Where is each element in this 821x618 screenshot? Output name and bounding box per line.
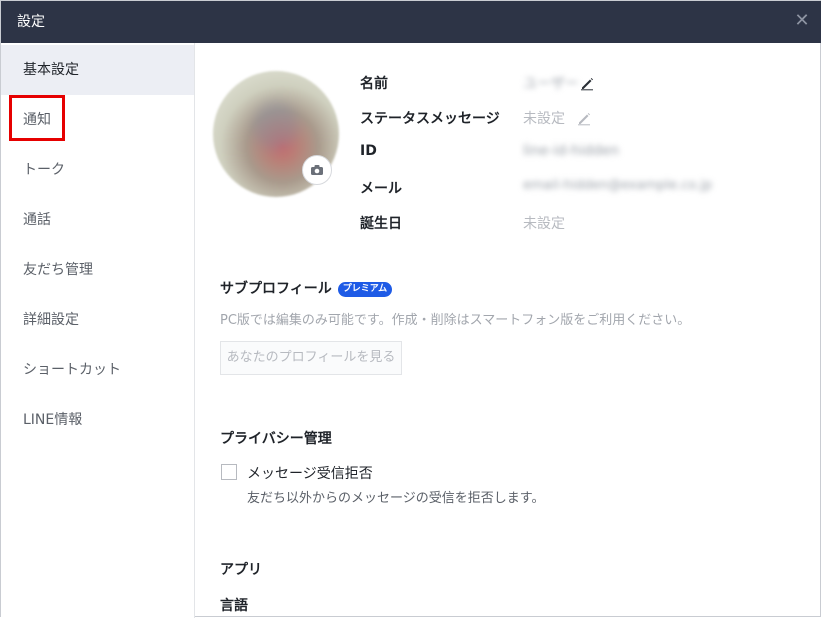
block-messages-label[interactable]: メッセージ受信拒否: [247, 463, 373, 483]
language-title: 言語: [220, 598, 248, 614]
pencil-glyph: [581, 78, 593, 91]
avatar-image: [253, 101, 298, 151]
title-bar: 設定 ✕: [1, 1, 821, 43]
premium-badge: プレミアム: [337, 282, 393, 297]
main-panel: 名前 ユーザー ステータスメッセージ 未設定 ID line-id-hidden…: [195, 43, 821, 618]
sidebar-item-shortcuts[interactable]: ショートカット: [1, 345, 194, 395]
pencil-icon[interactable]: [576, 110, 592, 126]
subprofile-title-text: サブプロフィール: [220, 281, 332, 297]
view-profile-button[interactable]: あなたのプロフィールを見る: [220, 341, 402, 375]
pencil-glyph: [578, 113, 590, 126]
sidebar-item-basic[interactable]: 基本設定: [1, 45, 194, 95]
privacy-title: プライバシー管理: [220, 431, 332, 447]
app-title: アプリ: [220, 562, 262, 578]
camera-icon[interactable]: [302, 155, 332, 185]
subprofile-title: サブプロフィール プレミアム: [220, 278, 393, 298]
sidebar-item-friends[interactable]: 友だち管理: [1, 245, 194, 295]
pencil-icon[interactable]: [579, 75, 595, 91]
email-label: メール: [360, 181, 402, 197]
close-icon[interactable]: ✕: [793, 12, 811, 30]
sidebar-item-call[interactable]: 通話: [1, 195, 194, 245]
block-messages-description: 友だち以外からのメッセージの受信を拒否します。: [247, 491, 545, 506]
status-value: 未設定: [523, 111, 565, 127]
email-value: email-hidden@example.co.jp: [523, 178, 713, 193]
name-label: 名前: [360, 76, 388, 92]
settings-window: 設定 ✕ 基本設定 通知 トーク 通話 友だち管理 詳細設定 ショートカット L…: [0, 0, 821, 618]
id-value: line-id-hidden: [523, 143, 620, 159]
birthday-value: 未設定: [523, 216, 565, 232]
sidebar-item-notifications[interactable]: 通知: [1, 95, 194, 145]
status-label: ステータスメッセージ: [360, 111, 500, 127]
name-value: ユーザー: [523, 76, 579, 92]
sidebar-item-line-info[interactable]: LINE情報: [1, 395, 194, 445]
id-label: ID: [360, 143, 377, 159]
subprofile-description: PC版では編集のみ可能です。作成・削除はスマートフォン版をご利用ください。: [220, 313, 691, 328]
sidebar-item-talk[interactable]: トーク: [1, 145, 194, 195]
block-messages-checkbox[interactable]: [221, 464, 237, 480]
camera-glyph: [311, 165, 323, 175]
window-title: 設定: [17, 14, 45, 30]
sidebar-item-advanced[interactable]: 詳細設定: [1, 295, 194, 345]
birthday-label: 誕生日: [360, 216, 402, 232]
sidebar: 基本設定 通知 トーク 通話 友だち管理 詳細設定 ショートカット LINE情報: [1, 43, 195, 618]
